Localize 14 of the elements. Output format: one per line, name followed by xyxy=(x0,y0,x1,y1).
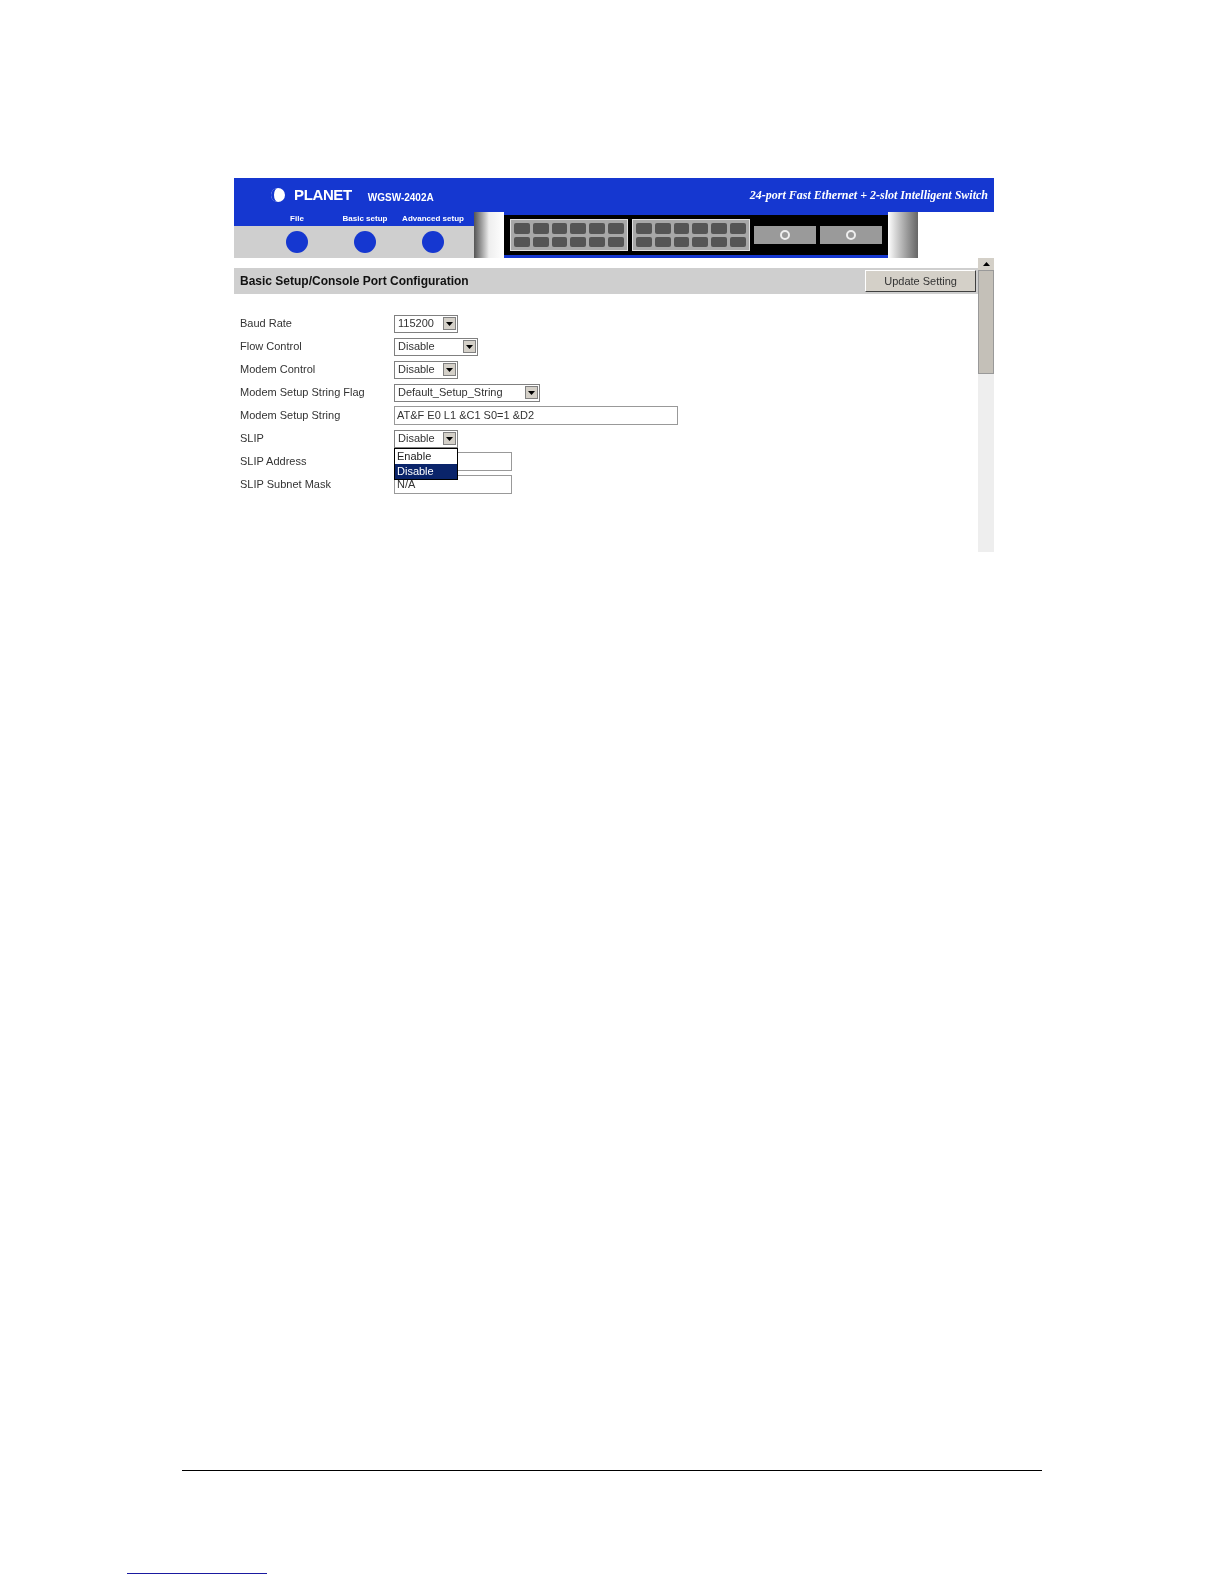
field-label: Modem Setup String xyxy=(240,408,342,424)
field-label: SLIP xyxy=(240,431,265,447)
section-title: Basic Setup/Console Port Configuration xyxy=(240,273,469,290)
field-label: SLIP Address xyxy=(240,454,308,470)
nav-label: Basic setup xyxy=(341,213,389,225)
model-name: WGSW-2402A xyxy=(367,190,434,205)
brand-logo-text: PLANET xyxy=(294,184,352,205)
field-label: Modem Control xyxy=(240,362,317,378)
product-title: 24-port Fast Ethernet + 2-slot Intelligent Switch xyxy=(749,187,988,204)
field-label: Baud Rate xyxy=(240,316,293,332)
nav-label: File xyxy=(289,213,305,225)
field-label: Flow Control xyxy=(240,339,303,355)
field-label: SLIP Subnet Mask xyxy=(240,477,332,493)
field-label: Modem Setup String Flag xyxy=(240,385,366,401)
